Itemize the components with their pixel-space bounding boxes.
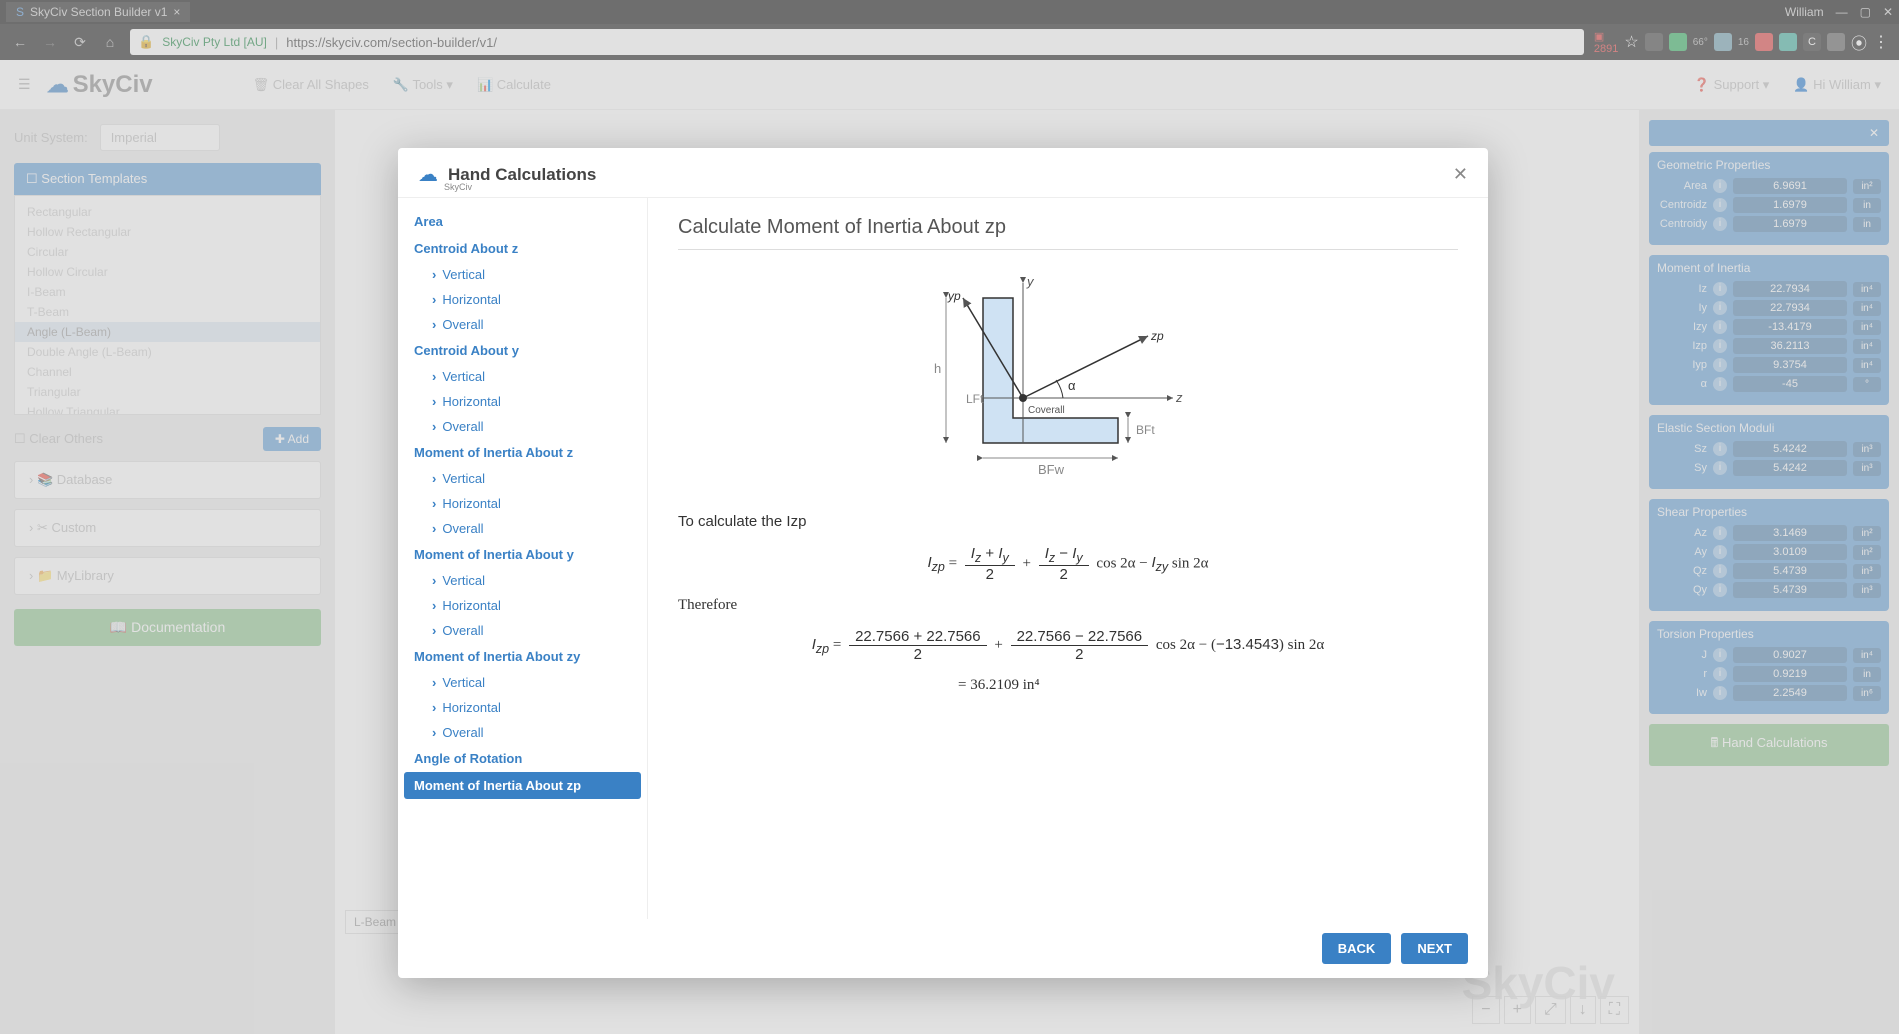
svg-text:h: h — [934, 361, 941, 376]
therefore-label: Therefore — [678, 597, 1458, 614]
nav-item[interactable]: Horizontal — [404, 389, 641, 414]
nav-section[interactable]: Moment of Inertia About z — [404, 439, 641, 466]
svg-text:α: α — [1068, 378, 1076, 393]
cloud-icon: ☁ — [418, 162, 438, 187]
svg-text:BFw: BFw — [1038, 462, 1065, 477]
nav-item[interactable]: Overall — [404, 516, 641, 541]
formula-numeric: Izp = 22.7566 + 22.75662 + 22.7566 − 22.… — [678, 628, 1458, 663]
nav-item[interactable]: Overall — [404, 312, 641, 337]
nav-item[interactable]: Overall — [404, 720, 641, 745]
modal-nav[interactable]: AreaCentroid About zVerticalHorizontalOv… — [398, 198, 648, 919]
svg-text:yp: yp — [947, 289, 961, 303]
nav-item[interactable]: Horizontal — [404, 593, 641, 618]
nav-item[interactable]: Vertical — [404, 670, 641, 695]
nav-section[interactable]: Centroid About y — [404, 337, 641, 364]
svg-text:zp: zp — [1150, 329, 1164, 343]
nav-item[interactable]: Overall — [404, 618, 641, 643]
hand-calc-modal: ☁ Hand Calculations SkyCiv ✕ AreaCentroi… — [398, 148, 1488, 978]
nav-item[interactable]: Horizontal — [404, 695, 641, 720]
svg-text:z: z — [1175, 390, 1183, 405]
nav-item[interactable]: Vertical — [404, 364, 641, 389]
nav-item[interactable]: Horizontal — [404, 287, 641, 312]
nav-item[interactable]: Vertical — [404, 466, 641, 491]
formula-general: Izp = Iz + Iy2 + Iz − Iy2 cos 2α − Izy s… — [678, 545, 1458, 583]
svg-text:y: y — [1026, 274, 1035, 289]
nav-section[interactable]: Moment of Inertia About zp — [404, 772, 641, 799]
nav-section[interactable]: Area — [404, 208, 641, 235]
formula-result: = 36.2109 in⁴ — [678, 677, 1458, 694]
nav-item[interactable]: Vertical — [404, 262, 641, 287]
back-button[interactable]: BACK — [1322, 933, 1392, 964]
calc-line-1: To calculate the Izp — [678, 513, 1458, 531]
next-button[interactable]: NEXT — [1401, 933, 1468, 964]
content-heading: Calculate Moment of Inertia About zp — [678, 216, 1458, 250]
section-diagram: h y z yp zp α — [678, 268, 1458, 493]
nav-section[interactable]: Centroid About z — [404, 235, 641, 262]
nav-item[interactable]: Overall — [404, 414, 641, 439]
nav-section[interactable]: Moment of Inertia About y — [404, 541, 641, 568]
nav-section[interactable]: Angle of Rotation — [404, 745, 641, 772]
nav-section[interactable]: Moment of Inertia About zy — [404, 643, 641, 670]
svg-text:BFt: BFt — [1136, 423, 1155, 437]
svg-text:LFt: LFt — [966, 392, 984, 406]
nav-item[interactable]: Vertical — [404, 568, 641, 593]
modal-close[interactable]: ✕ — [1453, 164, 1468, 185]
svg-text:Coverall: Coverall — [1028, 405, 1065, 416]
nav-item[interactable]: Horizontal — [404, 491, 641, 516]
modal-content: Calculate Moment of Inertia About zp h y… — [648, 198, 1488, 919]
modal-logo-sub: SkyCiv — [444, 182, 472, 192]
